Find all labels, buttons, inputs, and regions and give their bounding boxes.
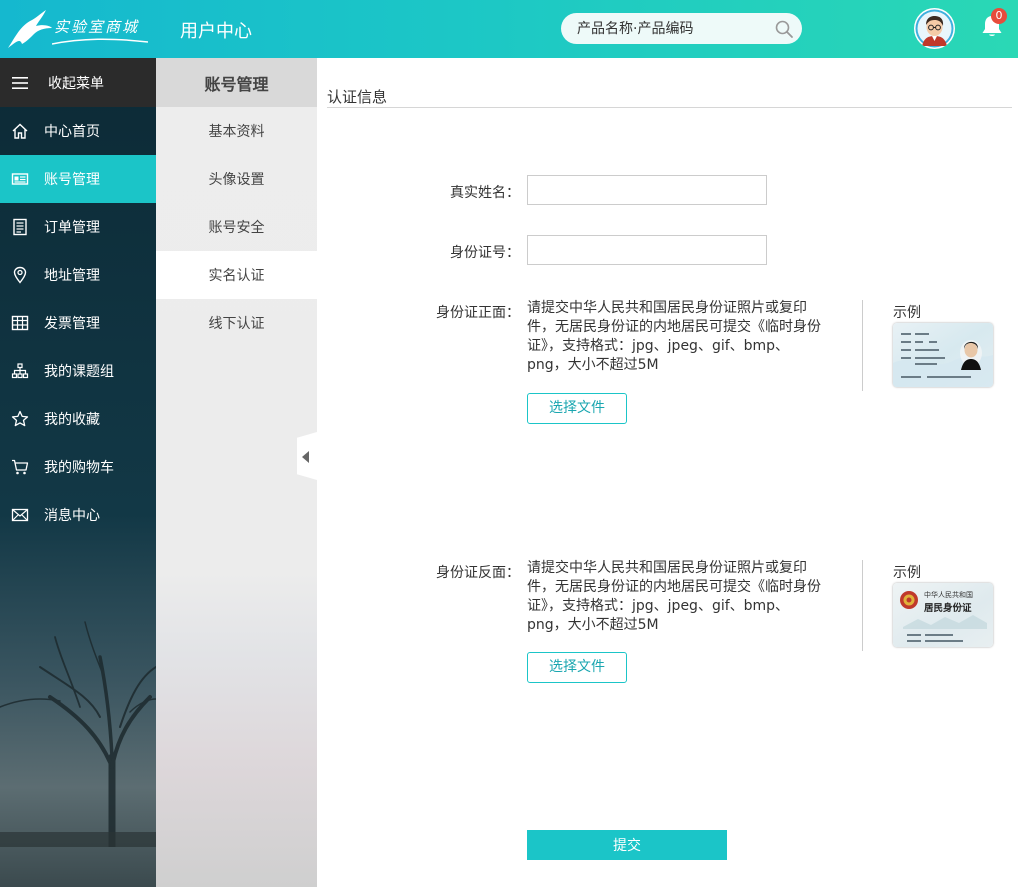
id-number-input[interactable] [527, 235, 767, 265]
user-avatar-icon [915, 9, 954, 48]
submenu-item-basic-info[interactable]: 基本资料 [156, 107, 317, 155]
id-card-back-illustration: 中华人民共和国 居民身份证 [893, 583, 993, 647]
search-box [561, 13, 802, 44]
collapse-menu-button[interactable]: 收起菜单 [0, 58, 156, 107]
org-chart-icon [11, 363, 29, 379]
document-icon [13, 218, 27, 236]
submenu-item-offline-auth[interactable]: 线下认证 [156, 299, 317, 347]
envelope-icon [11, 508, 29, 522]
id-front-choose-file-button[interactable]: 选择文件 [527, 393, 627, 424]
table-grid-icon [11, 315, 29, 331]
sidebar-item-home[interactable]: 中心首页 [0, 107, 156, 155]
submenu-item-avatar-settings[interactable]: 头像设置 [156, 155, 317, 203]
real-name-input[interactable] [527, 175, 767, 205]
tree-silhouette-decoration [0, 621, 156, 847]
sidebar-item-label: 地址管理 [44, 268, 100, 284]
submenu-title: 账号管理 [156, 58, 317, 107]
sidebar-item-label: 发票管理 [44, 316, 100, 332]
id-back-example-label: 示例 [893, 565, 921, 581]
sidebar-item-messages[interactable]: 消息中心 [0, 491, 156, 539]
id-back-example-image: 中华人民共和国 居民身份证 [893, 583, 993, 647]
submenu-item-real-name-auth[interactable]: 实名认证 [156, 251, 317, 299]
sidebar-item-label: 我的购物车 [44, 460, 114, 476]
sidebar-item-label: 我的课题组 [44, 364, 114, 380]
search-icon[interactable] [774, 19, 794, 39]
search-input[interactable] [577, 19, 767, 39]
sidebar-item-orders[interactable]: 订单管理 [0, 203, 156, 251]
sidebar-item-account[interactable]: 账号管理 [0, 155, 156, 203]
account-submenu: 账号管理 基本资料 头像设置 账号安全 实名认证 线下认证 [156, 58, 317, 887]
sidebar-item-label: 中心首页 [44, 124, 100, 140]
section-title: 认证信息 [327, 88, 388, 106]
submit-button[interactable]: 提交 [527, 830, 727, 860]
sidebar-item-cart[interactable]: 我的购物车 [0, 443, 156, 491]
id-front-label: 身份证正面： [436, 305, 520, 321]
id-number-label: 身份证号： [450, 245, 520, 261]
chevron-left-icon [302, 451, 309, 463]
sidebar-item-invoice[interactable]: 发票管理 [0, 299, 156, 347]
sidebar-item-label: 订单管理 [44, 220, 100, 236]
logo-swoosh [52, 38, 148, 45]
id-card-icon [11, 173, 29, 185]
sidebar-item-address[interactable]: 地址管理 [0, 251, 156, 299]
collapse-menu-label: 收起菜单 [48, 75, 104, 92]
id-card-front-illustration [893, 323, 993, 387]
shopping-cart-icon [12, 459, 29, 475]
sidebar-item-research-group[interactable]: 我的课题组 [0, 347, 156, 395]
example-divider [862, 300, 863, 391]
logo-text: 实验室商城 [54, 18, 140, 36]
id-back-card-title-text: 居民身份证 [924, 602, 972, 614]
main-sidebar: 收起菜单 中心首页 账号管理 订单管理 地址管理 发票管理 我的课题组 我的收藏… [0, 58, 156, 887]
id-back-description: 请提交中华人民共和国居民身份证照片或复印件，无居民身份证的内地居民可提交《临时身… [527, 560, 821, 633]
id-front-example-image [893, 323, 993, 387]
real-name-label: 真实姓名： [450, 185, 520, 201]
section-divider [327, 107, 1012, 108]
sidebar-item-label: 我的收藏 [44, 412, 100, 428]
hamburger-icon [12, 76, 28, 89]
sidebar-menu: 中心首页 账号管理 订单管理 地址管理 发票管理 我的课题组 我的收藏 我的购物… [0, 107, 156, 539]
sidebar-item-favorites[interactable]: 我的收藏 [0, 395, 156, 443]
avatar[interactable] [914, 8, 955, 49]
star-icon [11, 410, 29, 427]
sidebar-item-label: 消息中心 [44, 508, 100, 524]
id-front-example-label: 示例 [893, 305, 921, 321]
location-pin-icon [13, 266, 27, 284]
home-icon [12, 123, 28, 139]
example-divider [862, 560, 863, 651]
page-title: 用户中心 [180, 21, 252, 42]
submenu-item-account-security[interactable]: 账号安全 [156, 203, 317, 251]
submenu-list: 基本资料 头像设置 账号安全 实名认证 线下认证 [156, 107, 317, 347]
id-front-description: 请提交中华人民共和国居民身份证照片或复印件，无居民身份证的内地居民可提交《临时身… [527, 300, 821, 373]
top-header: 实验室商城 用户中心 0 [0, 0, 1018, 58]
notification-badge: 0 [991, 8, 1007, 24]
bird-logo-icon [8, 10, 52, 48]
id-back-country-text: 中华人民共和国 [924, 590, 973, 599]
id-back-choose-file-button[interactable]: 选择文件 [527, 652, 627, 683]
logo[interactable]: 实验室商城 [6, 8, 148, 52]
sidebar-item-label: 账号管理 [44, 172, 100, 188]
id-back-label: 身份证反面： [436, 565, 520, 581]
